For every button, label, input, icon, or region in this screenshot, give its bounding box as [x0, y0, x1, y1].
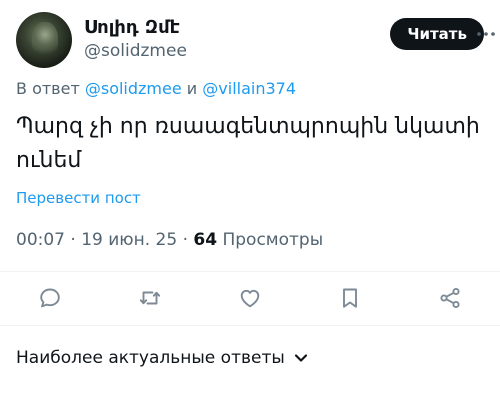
author-display-name[interactable]: Սոլիդ Զմէ [84, 17, 180, 39]
like-icon [240, 289, 260, 308]
replies-sort-selector[interactable]: Наиболее актуальные ответы [16, 346, 309, 370]
views-label: Просмотры [222, 230, 324, 250]
post-author: Սոլիդ Զմէ @solidzmee Читать [16, 12, 495, 68]
chevron-down-icon [294, 354, 307, 362]
reply-mention-solidzmee[interactable]: @solidzmee [85, 79, 182, 98]
post-meta: 00:07 · 19 июн. 25 · 64 Просмотры [16, 229, 323, 251]
replies-sort-label: Наиболее актуальные ответы [16, 348, 285, 368]
bookmark-button[interactable] [337, 285, 363, 311]
like-button[interactable] [237, 285, 263, 311]
repost-button[interactable] [137, 285, 163, 311]
avatar[interactable] [16, 12, 72, 68]
share-button[interactable] [437, 285, 463, 311]
translate-post-link[interactable]: Перевести пост [16, 188, 141, 208]
post-date[interactable]: 19 июн. 25 [81, 230, 177, 250]
bookmark-icon [343, 288, 357, 308]
reply-prefix: В ответ [16, 79, 80, 98]
repost-icon [139, 291, 161, 305]
post-time[interactable]: 00:07 [16, 230, 65, 250]
share-icon [440, 287, 460, 309]
subscribe-button[interactable]: Читать [390, 18, 484, 50]
post-text: Պարզ չի որ ռսաագենտպրոպին նկատի ունեմ [16, 114, 480, 173]
reply-mention-villain374[interactable]: @villain374 [202, 79, 296, 98]
post-page: Սոլիդ Զմէ @solidzmee Читать В ответ @sol… [0, 0, 500, 406]
views-count: 64 [193, 230, 218, 250]
reply-icon [40, 288, 60, 308]
more-options-icon[interactable] [476, 24, 496, 44]
reply-button[interactable] [37, 285, 63, 311]
meta-separator: · [182, 230, 194, 250]
divider [0, 325, 500, 326]
reply-context: В ответ @solidzmee и @villain374 [16, 78, 296, 100]
author-handle[interactable]: @solidzmee [84, 40, 187, 62]
reply-conjunction: и [186, 79, 198, 98]
meta-separator: · [70, 230, 82, 250]
post-actions [0, 272, 500, 324]
